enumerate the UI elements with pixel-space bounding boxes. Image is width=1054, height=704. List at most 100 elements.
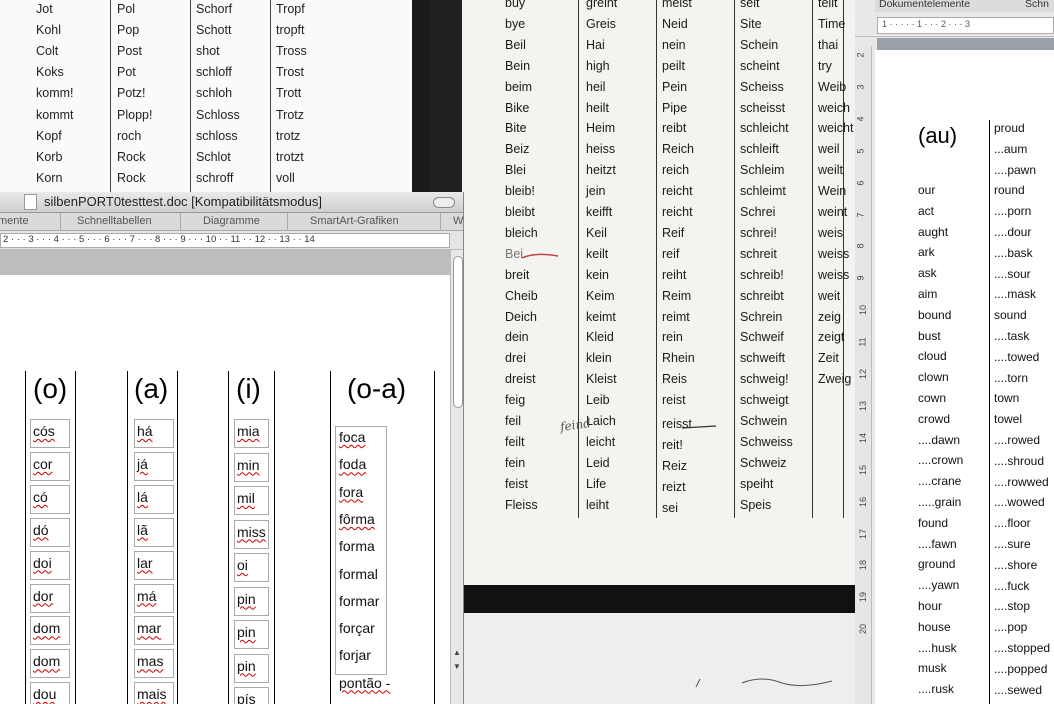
- scanned-word: Pein: [662, 79, 688, 94]
- word: clown: [918, 370, 949, 385]
- scanned-word: Post: [117, 44, 143, 59]
- scanned-word: schreibt: [740, 288, 784, 303]
- scanned-word: greint: [586, 0, 618, 10]
- ruler-number: 18: [858, 560, 869, 571]
- scanned-word: Scheiss: [740, 79, 784, 94]
- word: há: [137, 423, 153, 439]
- tab-schn[interactable]: Schn: [1025, 0, 1049, 10]
- scanned-word: Colt: [36, 44, 59, 59]
- scrollbar-thumb[interactable]: [453, 256, 463, 408]
- ruler-number: 20: [858, 624, 869, 635]
- scanned-word: try: [818, 58, 832, 73]
- word: ....rowwed: [994, 474, 1049, 489]
- ruler-number: 5: [855, 148, 866, 154]
- word: có: [33, 488, 48, 505]
- word: fora: [339, 483, 364, 500]
- title-bar[interactable]: silbenPORT0testtest.doc [Kompatibilitäts…: [0, 192, 463, 213]
- handwritten-note: feind: [559, 415, 592, 435]
- tab-schnelltabellen[interactable]: Schnelltabellen: [77, 215, 152, 227]
- scanned-word: bleib!: [505, 184, 535, 199]
- scanned-word: heilt: [586, 100, 609, 115]
- tab-dokumentelemente[interactable]: Dokumentelemente: [879, 0, 970, 10]
- scroll-down-icon[interactable]: ▼: [453, 662, 461, 671]
- ruler-number: 2: [855, 52, 866, 58]
- word: foca: [339, 429, 366, 445]
- scanned-word: trotzt: [276, 149, 304, 164]
- vertical-scrollbar[interactable]: ▲ ▼: [450, 250, 463, 704]
- scanned-word: schweigt: [740, 393, 789, 408]
- scanned-word: weit: [818, 288, 841, 303]
- scanned-word: Time: [818, 16, 846, 31]
- horizontal-ruler[interactable]: 1 · · · · · 1 · · · 2 · · · 3: [855, 14, 1054, 37]
- scanned-word: feist: [505, 476, 528, 491]
- document-page-front[interactable]: (o) (a) (i) (o-a) cós cor có dó doi dor dom dom…: [0, 275, 450, 704]
- word: sound: [994, 308, 1027, 323]
- word: ark: [918, 245, 935, 260]
- scanned-word: schleift: [740, 142, 779, 157]
- scanned-word: dein: [505, 330, 529, 345]
- column-line: [75, 371, 76, 704]
- word: round: [994, 183, 1025, 198]
- scanned-word: beim: [505, 79, 533, 94]
- word: town: [994, 391, 1020, 406]
- word: ....stopped: [994, 641, 1051, 655]
- vertical-ruler[interactable]: 2 3 4 5 6 7 8 9 10 11 12 13 14 15 16 17 18 19 20: [855, 46, 872, 704]
- scanned-word: Rock: [117, 170, 146, 185]
- word: dó: [33, 521, 49, 538]
- heading-o: (o): [33, 373, 68, 404]
- ruler-number: 14: [858, 432, 869, 443]
- word: dou: [33, 686, 57, 703]
- scanned-word: weint: [818, 205, 848, 219]
- word: já: [137, 455, 148, 472]
- scanned-word: Bein: [505, 58, 531, 73]
- heading-a: (a): [134, 373, 169, 404]
- word: ....crane: [918, 474, 962, 489]
- tab-smartart[interactable]: SmartArt-Grafiken: [310, 215, 399, 227]
- scanned-word: kommt: [36, 107, 74, 122]
- scanned-word: weich: [818, 100, 850, 115]
- ruler-number: 7: [855, 211, 866, 218]
- scroll-up-icon[interactable]: ▲: [453, 648, 461, 657]
- horizontal-ruler[interactable]: 2 · · · 3 · · · 4 · · · 5 · · · 6 · · · …: [0, 231, 463, 250]
- toolbar-toggle-button[interactable]: [433, 197, 455, 208]
- word: ....yawn: [918, 578, 960, 593]
- scanned-word: Leid: [586, 455, 610, 470]
- word: ....torn: [994, 370, 1029, 385]
- scanned-word: Cheib: [505, 288, 538, 303]
- word: ....shroud: [994, 453, 1045, 468]
- scanned-word: weil: [818, 142, 840, 157]
- word: cloud: [918, 349, 947, 364]
- scanned-word: keifft: [586, 205, 613, 219]
- word: ....rowed: [994, 433, 1041, 447]
- word: lá: [137, 488, 148, 505]
- scanned-word: jein: [586, 184, 606, 199]
- handwritten-scribble: [695, 678, 833, 688]
- word: miss: [237, 523, 266, 540]
- document-page-right[interactable]: (au) our act aught ark ask aim bound bust cloud c…: [875, 50, 1054, 704]
- scanned-word: feig: [505, 393, 526, 408]
- scanned-word: Rock: [117, 149, 146, 164]
- scanned-word: schloss: [196, 128, 238, 143]
- word-window-front: silbenPORT0testtest.doc [Kompatibilitäts…: [0, 192, 464, 704]
- word: cós: [33, 423, 55, 439]
- scanned-word: Reich: [662, 142, 694, 157]
- scanned-word: Schweiz: [740, 455, 787, 470]
- scanned-word: tropft: [276, 23, 305, 38]
- tab-w[interactable]: W: [453, 215, 463, 227]
- word: bust: [918, 328, 941, 343]
- scanned-word: buy: [505, 0, 526, 10]
- scanned-word: klein: [586, 351, 612, 366]
- tab-dokumentelemente[interactable]: mente: [0, 215, 29, 227]
- scanned-word: peilt: [662, 58, 685, 73]
- scanned-word: voll: [276, 170, 295, 185]
- scanned-word: Plopp!: [117, 107, 153, 122]
- tab-diagramme[interactable]: Diagramme: [203, 215, 260, 227]
- scanned-word: Kleid: [586, 330, 614, 345]
- scan-bottom: [462, 613, 855, 704]
- word: dom: [33, 620, 61, 637]
- scanned-word: sei: [662, 500, 678, 515]
- word: ....wowed: [994, 495, 1045, 510]
- ribbon-tabs: mente Schnelltabellen Diagramme SmartArt…: [0, 213, 463, 231]
- scanned-word: high: [586, 58, 610, 73]
- scanned-word: weiss: [818, 246, 850, 261]
